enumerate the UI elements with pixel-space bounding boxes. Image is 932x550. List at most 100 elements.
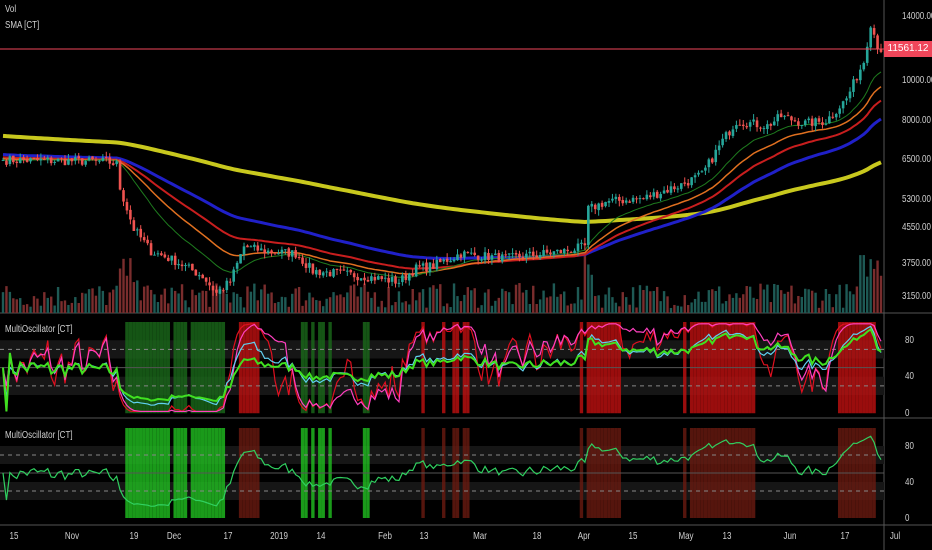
- candle-body: [724, 132, 728, 140]
- volume-bar: [480, 305, 483, 313]
- volume-bar: [187, 307, 191, 313]
- candle-body: [576, 243, 580, 251]
- volume-bar: [39, 305, 43, 313]
- volume-bar: [680, 306, 683, 313]
- candle-body: [294, 250, 297, 258]
- volume-bar: [132, 282, 136, 313]
- volume-bar: [98, 286, 101, 313]
- volume-bar: [790, 285, 793, 313]
- candle-body: [211, 285, 215, 291]
- candle-body: [459, 254, 463, 258]
- volume-bar: [759, 283, 762, 313]
- candle-body: [549, 252, 552, 255]
- chart-svg[interactable]: [0, 0, 932, 550]
- candle-body: [714, 149, 718, 163]
- volume-bar: [800, 296, 804, 313]
- candle-body: [346, 270, 349, 272]
- candle-body: [728, 131, 731, 136]
- candle-body: [180, 264, 184, 267]
- volume-bar: [418, 292, 421, 313]
- volume-bar: [525, 289, 528, 313]
- candle-body: [36, 157, 39, 161]
- candle-body: [304, 263, 308, 268]
- volume-bar: [583, 253, 587, 313]
- candle-body: [538, 255, 542, 258]
- candle-body: [22, 157, 25, 161]
- volume-bar: [260, 289, 263, 313]
- volume-bar: [56, 286, 60, 313]
- candle-body: [759, 127, 762, 129]
- volume-bar: [383, 307, 387, 313]
- volume-bar: [704, 301, 707, 313]
- volume-bar: [74, 297, 77, 313]
- volume-bar: [614, 302, 618, 313]
- candle-body: [332, 269, 335, 277]
- volume-bar: [318, 300, 321, 313]
- candle-body: [704, 167, 707, 171]
- volume-bar: [655, 286, 659, 313]
- candle-body: [662, 190, 666, 194]
- candle-body: [521, 256, 525, 259]
- volume-bar: [773, 283, 776, 313]
- volume-bar: [53, 305, 56, 313]
- volume-bar: [442, 306, 445, 313]
- candle-body: [12, 155, 15, 163]
- volume-bar: [752, 297, 755, 313]
- candle-body: [831, 116, 835, 118]
- candle-body: [80, 158, 84, 165]
- volume-bar: [876, 260, 879, 313]
- candle-body: [511, 253, 514, 255]
- volume-bar: [569, 303, 573, 313]
- candle-body: [394, 276, 397, 284]
- candle-body: [149, 243, 153, 256]
- candle-body: [697, 172, 700, 175]
- candle-body: [807, 118, 810, 121]
- volume-bar: [70, 302, 74, 313]
- price-tick: 10000.00: [902, 75, 932, 86]
- candle-body: [518, 253, 521, 258]
- volume-bar: [721, 303, 724, 313]
- candle-body: [187, 264, 191, 266]
- volume-bar: [518, 283, 521, 313]
- volume-bar: [25, 304, 29, 313]
- volume-bar: [728, 294, 731, 313]
- candle-body: [766, 124, 769, 129]
- candle-body: [101, 157, 105, 161]
- candle-body: [569, 251, 573, 253]
- volume-bar: [225, 293, 229, 313]
- candle-body: [783, 115, 786, 117]
- candle-body: [132, 220, 136, 231]
- time-tick: 2019: [270, 531, 288, 542]
- volume-bar: [291, 293, 294, 313]
- volume-bar: [649, 291, 652, 313]
- candle-body: [349, 269, 353, 273]
- candle-body: [70, 158, 74, 162]
- candle-body: [146, 239, 149, 244]
- candle-body: [139, 228, 143, 238]
- candle-body: [87, 157, 91, 161]
- candle-body: [528, 251, 532, 254]
- volume-bar: [532, 285, 535, 313]
- candle-body: [432, 263, 435, 269]
- volume-bar: [611, 297, 614, 313]
- candle-body: [246, 245, 249, 248]
- volume-bar: [435, 288, 439, 313]
- volume-bar: [191, 289, 194, 313]
- candle-body: [762, 128, 766, 130]
- volume-bar: [335, 295, 339, 313]
- candle-body: [421, 263, 425, 266]
- volume-bar: [108, 292, 111, 313]
- volume-bar: [8, 291, 12, 313]
- candle-body: [635, 198, 638, 200]
- volume-bar: [204, 290, 208, 313]
- candle-body: [752, 119, 755, 122]
- volume-bar: [414, 300, 418, 313]
- volume-bar: [807, 289, 810, 313]
- volume-bar: [697, 291, 700, 313]
- volume-bar: [36, 298, 39, 313]
- candle-body: [445, 258, 449, 262]
- volume-bar: [673, 304, 676, 313]
- candle-body: [628, 201, 631, 203]
- volume-bar: [242, 307, 246, 313]
- candle-body: [339, 269, 342, 271]
